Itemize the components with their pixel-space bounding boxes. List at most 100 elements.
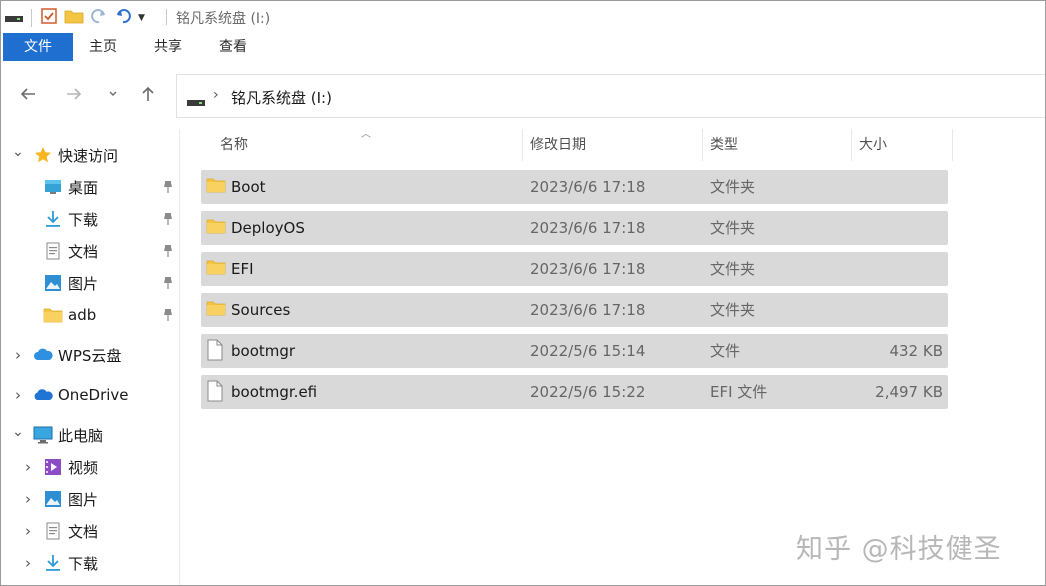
sidebar-item-label: adb <box>68 306 97 324</box>
file-name: DeployOS <box>231 219 305 237</box>
back-button[interactable] <box>17 83 39 105</box>
explorer-window: ▼ 铭凡系统盘 (I:) 文件 主页 共享 查看 › 铭凡系统盘 (I:) ⌄ … <box>0 0 1046 586</box>
file-list: ︿ 名称 修改日期 类型 大小 Boot 2023/6/6 17:18 文件夹 Dep… <box>180 129 1045 585</box>
sidebar-item-label: 视频 <box>68 458 99 477</box>
pin-icon[interactable] <box>161 307 175 323</box>
file-size: 432 KB <box>889 342 943 360</box>
sort-ascending-icon: ︿ <box>361 129 371 140</box>
column-header-date[interactable]: 修改日期 <box>530 129 586 161</box>
file-name: Sources <box>231 301 291 319</box>
watermark: 知乎 @科技健圣 <box>796 534 1002 565</box>
star-icon <box>33 145 53 165</box>
breadcrumb-chevron-icon[interactable]: › <box>213 87 219 103</box>
chevron-right-icon[interactable]: › <box>21 522 35 540</box>
folder-icon <box>206 218 226 238</box>
tab-view[interactable]: 查看 <box>219 33 247 61</box>
file-row[interactable]: bootmgr 2022/5/6 15:14 文件 432 KB <box>201 334 948 368</box>
sidebar-item-label: 桌面 <box>68 178 99 197</box>
sidebar-item[interactable]: › 图片 <box>21 485 98 513</box>
sidebar-item-label: OneDrive <box>58 386 129 404</box>
chevron-right-icon[interactable]: › <box>11 386 25 404</box>
recent-locations-button[interactable] <box>102 83 124 105</box>
window-title: 铭凡系统盘 (I:) <box>176 11 271 27</box>
sidebar-item[interactable]: › WPS云盘 <box>11 341 121 369</box>
pin-icon[interactable] <box>161 243 175 259</box>
new-folder-icon[interactable] <box>64 7 84 29</box>
desktop-icon <box>43 177 63 197</box>
customize-toolbar-icon[interactable]: ▼ <box>138 13 145 23</box>
sidebar-item[interactable]: 图片 <box>21 269 98 297</box>
file-row[interactable]: Boot 2023/6/6 17:18 文件夹 <box>201 170 948 204</box>
drive-icon <box>187 92 205 111</box>
sidebar-item[interactable]: ⌄ 此电脑 <box>11 421 103 449</box>
chevron-right-icon[interactable]: › <box>21 554 35 572</box>
download-icon <box>43 209 63 229</box>
sidebar-item[interactable]: ⌄ 快速访问 <box>11 141 118 169</box>
sidebar-item[interactable]: › 视频 <box>21 453 98 481</box>
file-size: 2,497 KB <box>875 383 943 401</box>
folder-icon <box>206 300 226 320</box>
file-modified-date: 2022/5/6 15:14 <box>530 342 646 360</box>
sidebar-item-label: 文档 <box>68 522 99 541</box>
breadcrumb-current[interactable]: 铭凡系统盘 (I:) <box>231 87 332 108</box>
file-row[interactable]: Sources 2023/6/6 17:18 文件夹 <box>201 293 948 327</box>
column-divider[interactable] <box>522 129 523 161</box>
column-divider[interactable] <box>702 129 703 161</box>
file-row[interactable]: EFI 2023/6/6 17:18 文件夹 <box>201 252 948 286</box>
pin-icon[interactable] <box>161 179 175 195</box>
column-divider[interactable] <box>952 129 953 161</box>
sidebar-item-label: 文档 <box>68 242 99 261</box>
sidebar-item[interactable]: › 下载 <box>21 549 98 577</box>
tab-file[interactable]: 文件 <box>3 33 73 61</box>
redo-icon[interactable] <box>90 7 108 29</box>
file-row[interactable]: DeployOS 2023/6/6 17:18 文件夹 <box>201 211 948 245</box>
tab-home[interactable]: 主页 <box>89 33 117 61</box>
sidebar-item[interactable]: 文档 <box>21 237 98 265</box>
download-icon <box>43 553 63 573</box>
sidebar-item[interactable]: adb <box>21 301 96 329</box>
pin-icon[interactable] <box>161 275 175 291</box>
properties-icon[interactable] <box>40 7 58 29</box>
file-type: 文件夹 <box>710 301 756 319</box>
video-icon <box>43 457 63 477</box>
picture-icon <box>43 273 63 293</box>
undo-icon[interactable] <box>114 7 132 29</box>
sidebar-item-label: 下载 <box>68 554 99 573</box>
column-header-name[interactable]: 名称 <box>220 129 248 161</box>
arrow-left-icon <box>20 88 35 100</box>
file-name: bootmgr.efi <box>231 383 318 401</box>
cloud-icon <box>33 345 53 365</box>
sidebar-item[interactable]: 下载 <box>21 205 98 233</box>
pin-icon[interactable] <box>161 211 175 227</box>
sidebar-item[interactable]: › OneDrive <box>11 381 129 409</box>
address-bar[interactable]: › 铭凡系统盘 (I:) <box>176 74 1045 118</box>
file-modified-date: 2023/6/6 17:18 <box>530 301 646 319</box>
file-row[interactable]: bootmgr.efi 2022/5/6 15:22 EFI 文件 2,497 KB <box>201 375 948 409</box>
tab-share[interactable]: 共享 <box>154 33 182 61</box>
arrow-right-icon <box>67 88 82 100</box>
forward-button[interactable] <box>63 83 85 105</box>
sidebar-item[interactable]: 桌面 <box>21 173 98 201</box>
column-divider[interactable] <box>851 129 852 161</box>
sidebar-item-label: WPS云盘 <box>58 346 122 365</box>
chevron-down-icon[interactable]: ⌄ <box>11 144 25 160</box>
up-button[interactable] <box>137 83 159 105</box>
chevron-down-icon[interactable]: ⌄ <box>11 424 25 440</box>
file-name: bootmgr <box>231 342 296 360</box>
file-modified-date: 2023/6/6 17:18 <box>530 260 646 278</box>
chevron-right-icon[interactable]: › <box>11 346 25 364</box>
file-type: EFI 文件 <box>710 383 768 401</box>
folder-icon <box>206 177 226 197</box>
sidebar-item[interactable]: › 文档 <box>21 517 98 545</box>
chevron-right-icon[interactable]: › <box>21 458 35 476</box>
file-name: Boot <box>231 178 266 196</box>
column-header-size[interactable]: 大小 <box>859 129 887 161</box>
sidebar-item-label: 下载 <box>68 210 99 229</box>
computer-icon <box>33 425 53 445</box>
file-modified-date: 2023/6/6 17:18 <box>530 178 646 196</box>
file-type: 文件夹 <box>710 219 756 237</box>
column-header-type[interactable]: 类型 <box>710 129 738 161</box>
drive-icon[interactable] <box>5 9 23 28</box>
document-icon <box>43 241 63 261</box>
chevron-right-icon[interactable]: › <box>21 490 35 508</box>
